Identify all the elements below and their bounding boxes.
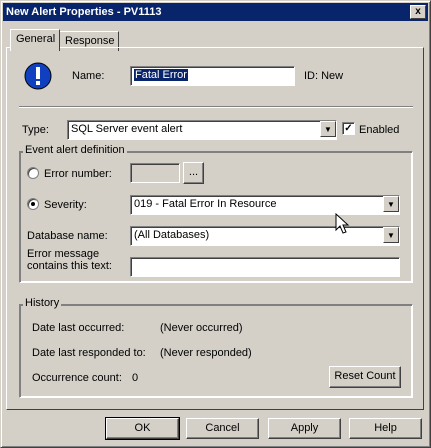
name-value: Fatal Error (134, 69, 188, 81)
mouse-cursor-icon (335, 213, 350, 234)
alert-id-text: ID: New (304, 70, 344, 82)
general-tab-panel: Name: Fatal Error ID: New Type: SQL Serv… (6, 47, 424, 410)
error-number-radio[interactable] (27, 167, 39, 179)
event-definition-legend: Event alert definition (23, 144, 127, 156)
last-occurred-value: (Never occurred) (160, 322, 243, 334)
error-number-input[interactable] (130, 163, 180, 183)
error-message-label-line1: Error message (27, 248, 100, 260)
database-label: Database name: (27, 230, 108, 242)
type-select[interactable]: SQL Server event alert ▼ (67, 120, 337, 140)
info-exclamation-icon (24, 62, 52, 90)
severity-label: Severity: (44, 199, 87, 211)
severity-select[interactable]: 019 - Fatal Error In Resource ▼ (130, 195, 400, 215)
occurrence-count-value: 0 (132, 372, 139, 384)
last-occurred-label: Date last occurred: (32, 322, 125, 334)
database-select[interactable]: (All Databases) ▼ (130, 226, 400, 246)
tab-response-label: Response (65, 35, 115, 47)
apply-button[interactable]: Apply (268, 418, 341, 439)
tab-general[interactable]: General (10, 29, 60, 51)
title-bar: New Alert Properties - PV1113 x (3, 3, 428, 21)
reset-count-button[interactable]: Reset Count (329, 366, 401, 388)
error-number-label: Error number: (44, 168, 112, 180)
alert-properties-dialog: New Alert Properties - PV1113 x General … (0, 0, 431, 448)
error-message-input[interactable] (130, 257, 400, 277)
chevron-down-icon[interactable]: ▼ (383, 196, 399, 212)
help-button[interactable]: Help (349, 418, 422, 439)
last-responded-value: (Never responded) (160, 347, 252, 359)
chevron-down-icon[interactable]: ▼ (320, 121, 336, 137)
database-value: (All Databases) (134, 229, 210, 241)
chevron-down-icon[interactable]: ▼ (383, 227, 399, 243)
enabled-checkbox[interactable]: ✓ (342, 122, 355, 135)
window-title: New Alert Properties - PV1113 (6, 6, 162, 18)
tab-general-label: General (16, 33, 56, 45)
severity-radio[interactable] (27, 198, 39, 210)
error-number-browse-button[interactable]: ... (183, 162, 204, 184)
type-value: SQL Server event alert (71, 123, 183, 135)
type-label: Type: (22, 124, 49, 136)
name-input[interactable]: Fatal Error (130, 66, 295, 86)
close-button[interactable]: x (410, 5, 426, 19)
occurrence-count-label: Occurrence count: (32, 372, 122, 384)
name-label: Name: (72, 70, 105, 82)
error-message-label-line2: contains this text: (27, 260, 112, 272)
cancel-button[interactable]: Cancel (186, 418, 259, 439)
history-legend: History (23, 297, 62, 309)
severity-value: 019 - Fatal Error In Resource (134, 198, 277, 210)
ok-button[interactable]: OK (105, 417, 180, 440)
enabled-label: Enabled (359, 124, 400, 136)
separator (19, 106, 413, 108)
last-responded-label: Date last responded to: (32, 347, 146, 359)
